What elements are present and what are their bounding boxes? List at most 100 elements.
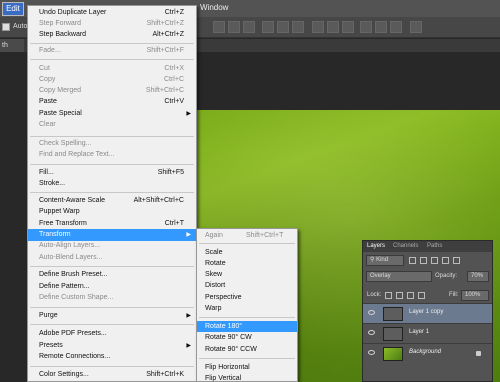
menu-item-stroke[interactable]: Stroke... [28, 178, 196, 190]
tab-channels[interactable]: Channels [393, 243, 418, 249]
layer-row-layer-1-copy[interactable]: Layer 1 copy [363, 303, 492, 323]
filter-shape-icon[interactable] [442, 257, 449, 264]
submenu-item-label: Perspective [205, 294, 242, 301]
distribute-bottom-icon[interactable] [342, 21, 354, 33]
layer-name: Layer 1 copy [409, 309, 444, 315]
menu-item-label: Define Brush Preset... [39, 271, 108, 278]
lock-transparent-icon[interactable] [385, 292, 392, 299]
layer-row-background[interactable]: Background [363, 343, 492, 363]
submenu-item-rotate-180[interactable]: Rotate 180° [197, 321, 297, 332]
menu-item-auto-align[interactable]: Auto-Align Layers... [28, 240, 196, 252]
menu-separator [30, 164, 194, 165]
submenu-item-flip-horizontal[interactable]: Flip Horizontal [197, 362, 297, 373]
menu-item-clear[interactable]: Clear [28, 119, 196, 131]
eye-icon[interactable] [368, 310, 375, 315]
menu-item-label: Find and Replace Text... [39, 151, 115, 158]
submenu-separator [199, 317, 295, 318]
distribute-center-icon[interactable] [375, 21, 387, 33]
menu-item-define-custom-shape[interactable]: Define Custom Shape... [28, 292, 196, 304]
submenu-item-distort[interactable]: Distort [197, 280, 297, 291]
filter-type-icon[interactable] [431, 257, 438, 264]
align-top-icon[interactable] [213, 21, 225, 33]
document-tab[interactable]: th Tutori [0, 39, 24, 52]
submenu-item-perspective[interactable]: Perspective [197, 292, 297, 303]
menu-item-define-brush[interactable]: Define Brush Preset... [28, 269, 196, 281]
submenu-item-label: Warp [205, 305, 222, 312]
fill-input[interactable]: 100% [461, 290, 489, 301]
menu-item-puppet-warp[interactable]: Puppet Warp [28, 206, 196, 218]
eye-icon[interactable] [368, 350, 375, 355]
filter-smart-object-icon[interactable] [453, 257, 460, 264]
submenu-item-label: Flip Horizontal [205, 364, 250, 371]
menu-edit[interactable]: Edit [2, 2, 24, 16]
submenu-item-label: Again [205, 232, 223, 239]
menu-item-remote-connections[interactable]: Remote Connections... [28, 351, 196, 363]
edit-menu: Undo Duplicate Layer Ctrl+Z Step Forward S… [27, 5, 197, 382]
menu-separator [30, 43, 194, 44]
distribute-middle-icon[interactable] [327, 21, 339, 33]
blend-mode-value: Overlay [370, 273, 391, 279]
layers-panel-tabs: Layers Channels Paths [363, 241, 492, 252]
submenu-item-label: Rotate 90° CCW [205, 346, 257, 353]
submenu-item-scale[interactable]: Scale [197, 247, 297, 258]
align-right-icon[interactable] [292, 21, 304, 33]
submenu-item-rotate-90-ccw[interactable]: Rotate 90° CCW [197, 344, 297, 355]
tab-layers[interactable]: Layers [367, 243, 385, 249]
submenu-item-warp[interactable]: Warp [197, 303, 297, 314]
distribute-right-icon[interactable] [390, 21, 402, 33]
layers-panel: Layers Channels Paths ⚲ Kind Overlay Opa… [362, 240, 493, 382]
menu-item-step-backward[interactable]: Step Backward Alt+Ctrl+Z [28, 29, 196, 41]
align-left-icon[interactable] [262, 21, 274, 33]
submenu-item-again[interactable]: Again Shift+Ctrl+T [197, 230, 297, 241]
align-bottom-icon[interactable] [243, 21, 255, 33]
menu-item-color-settings[interactable]: Color Settings... Shift+Ctrl+K [28, 369, 196, 381]
fill-label: Fill: [449, 292, 459, 298]
opacity-label: Opacity: [435, 273, 458, 279]
layer-row-layer-1[interactable]: Layer 1 [363, 323, 492, 343]
filter-pixel-icon[interactable] [409, 257, 416, 264]
menu-separator [30, 136, 194, 137]
menu-window[interactable]: Window [200, 3, 228, 12]
transform-submenu: Again Shift+Ctrl+T Scale Rotate Skew Dist… [196, 228, 298, 382]
layer-thumbnail [383, 327, 403, 341]
submenu-item-label: Rotate 90° CW [205, 334, 252, 341]
lock-image-icon[interactable] [396, 292, 403, 299]
align-center-icon[interactable] [277, 21, 289, 33]
submenu-item-rotate[interactable]: Rotate [197, 258, 297, 269]
auto-select-checkbox[interactable] [2, 23, 10, 31]
lock-icon [476, 351, 481, 356]
blend-mode-select[interactable]: Overlay [366, 271, 432, 282]
submenu-item-rotate-90-cw[interactable]: Rotate 90° CW [197, 332, 297, 343]
filter-adjustment-icon[interactable] [420, 257, 427, 264]
menu-separator [30, 366, 194, 367]
submenu-item-skew[interactable]: Skew [197, 269, 297, 280]
eye-icon[interactable] [368, 330, 375, 335]
distribute-left-icon[interactable] [360, 21, 372, 33]
menu-item-pdf-presets[interactable]: Adobe PDF Presets... [28, 328, 196, 340]
menu-item-find-replace[interactable]: Find and Replace Text... [28, 149, 196, 161]
layer-name: Layer 1 [409, 329, 430, 335]
auto-align-icon[interactable] [410, 21, 422, 33]
menu-item-auto-blend[interactable]: Auto-Blend Layers... [28, 252, 196, 264]
lock-position-icon[interactable] [407, 292, 414, 299]
align-middle-icon[interactable] [228, 21, 240, 33]
menu-item-paste[interactable]: Paste Ctrl+V [28, 96, 196, 108]
tab-paths[interactable]: Paths [427, 243, 442, 249]
submenu-item-label: Flip Vertical [205, 375, 242, 382]
search-icon: ⚲ [370, 257, 375, 263]
submenu-item-flip-vertical[interactable]: Flip Vertical [197, 373, 297, 382]
lock-all-icon[interactable] [418, 292, 425, 299]
menu-item-label: Color Settings... [39, 371, 89, 378]
menu-item-purge[interactable]: Purge ▶ [28, 310, 196, 322]
lock-label: Lock: [367, 292, 382, 298]
opacity-input[interactable]: 70% [467, 271, 489, 282]
distribute-top-icon[interactable] [312, 21, 324, 33]
menu-item-label: Step Backward [39, 31, 87, 38]
menu-separator [30, 266, 194, 267]
submenu-arrow-icon: ▶ [186, 313, 191, 319]
submenu-item-label: Rotate 180° [205, 323, 243, 330]
menu-item-shortcut: Ctrl+V [164, 98, 184, 105]
layer-filter-kind[interactable]: ⚲ Kind [366, 255, 404, 266]
menu-item-fade[interactable]: Fade... Shift+Ctrl+F [28, 45, 196, 57]
menu-item-label: Purge [39, 312, 58, 319]
